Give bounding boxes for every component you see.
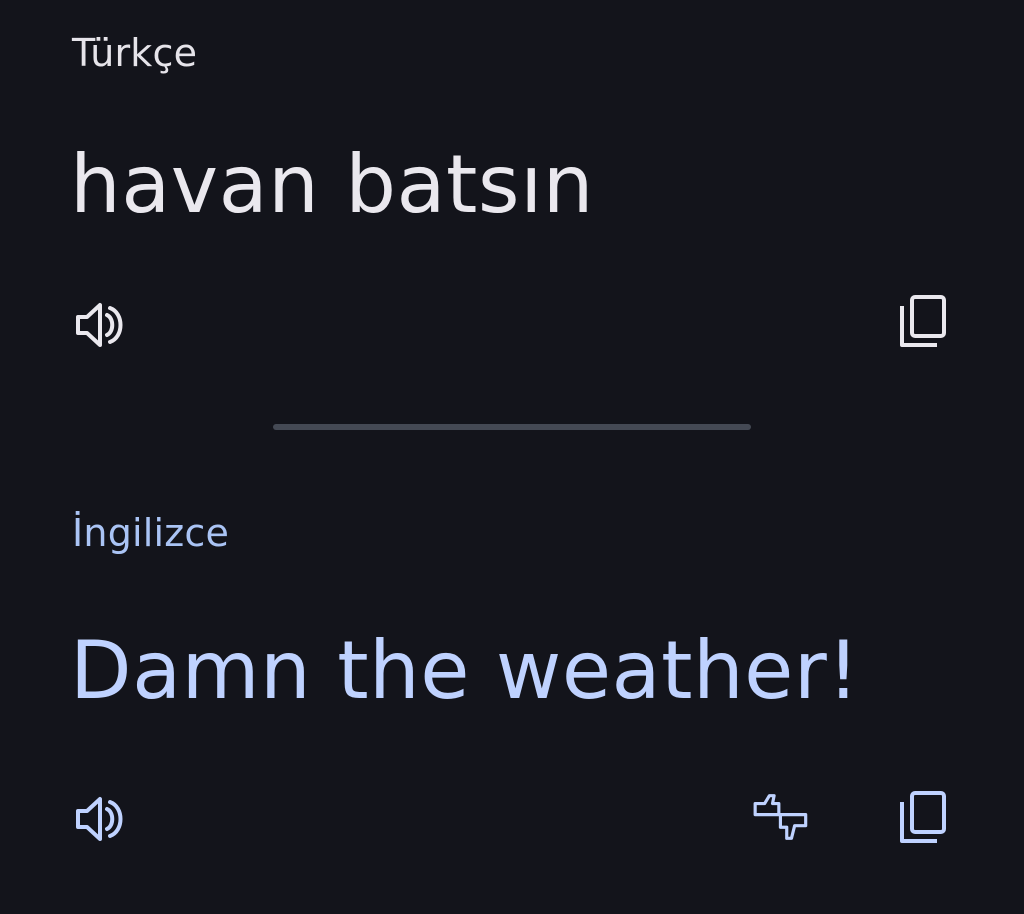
translation-text[interactable]: Damn the weather! (70, 631, 860, 711)
source-speak-button[interactable] (70, 295, 130, 355)
section-divider (273, 424, 751, 430)
source-panel: Türkçe havan batsın (0, 0, 1024, 400)
source-text[interactable]: havan batsın (70, 145, 594, 225)
translation-panel: İngilizce Damn the weather! (0, 470, 1024, 914)
translation-speak-button[interactable] (70, 789, 130, 849)
speaker-icon (76, 797, 123, 841)
translation-copy-button[interactable] (892, 788, 952, 848)
rate-translation-button[interactable] (752, 787, 812, 847)
copy-icon (900, 791, 946, 843)
source-copy-button[interactable] (892, 292, 952, 352)
speaker-icon (76, 303, 123, 347)
feedback-icon (753, 794, 808, 840)
source-language-label: Türkçe (72, 31, 198, 75)
target-language-label: İngilizce (72, 511, 230, 555)
copy-icon (900, 295, 946, 347)
